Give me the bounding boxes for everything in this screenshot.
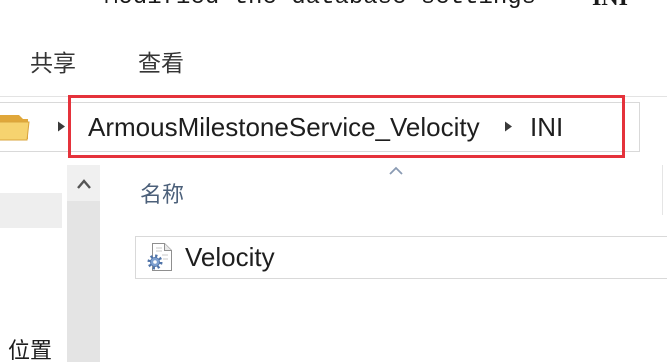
tab-share[interactable]: 共享 [30, 48, 76, 78]
file-name: Velocity [185, 242, 275, 272]
file-list-item[interactable]: Velocity [135, 236, 667, 279]
tab-view[interactable]: 查看 [138, 48, 184, 78]
folder-icon[interactable] [0, 112, 30, 142]
caption-text: Modified the database settings [104, 0, 536, 10]
document-caption: Modified the database settings INI [0, 0, 667, 11]
nav-item[interactable] [0, 193, 62, 228]
scroll-up-button[interactable] [67, 165, 100, 201]
chevron-right-icon[interactable] [57, 121, 66, 132]
screenshot-root: Modified the database settings INI 共享 查看… [0, 0, 667, 362]
chevron-up-icon [77, 179, 91, 189]
caption-side-text: INI [592, 0, 628, 10]
nav-scrollbar[interactable] [67, 165, 100, 362]
sort-ascending-icon [389, 166, 403, 175]
nav-item-location[interactable]: 位置 [8, 339, 68, 362]
column-divider[interactable] [662, 165, 663, 215]
column-header-name[interactable]: 名称 [140, 180, 184, 210]
ini-settings-file-icon [147, 243, 172, 271]
nav-scrollbar-thumb[interactable] [67, 201, 100, 362]
annotation-highlight-box [68, 95, 625, 158]
